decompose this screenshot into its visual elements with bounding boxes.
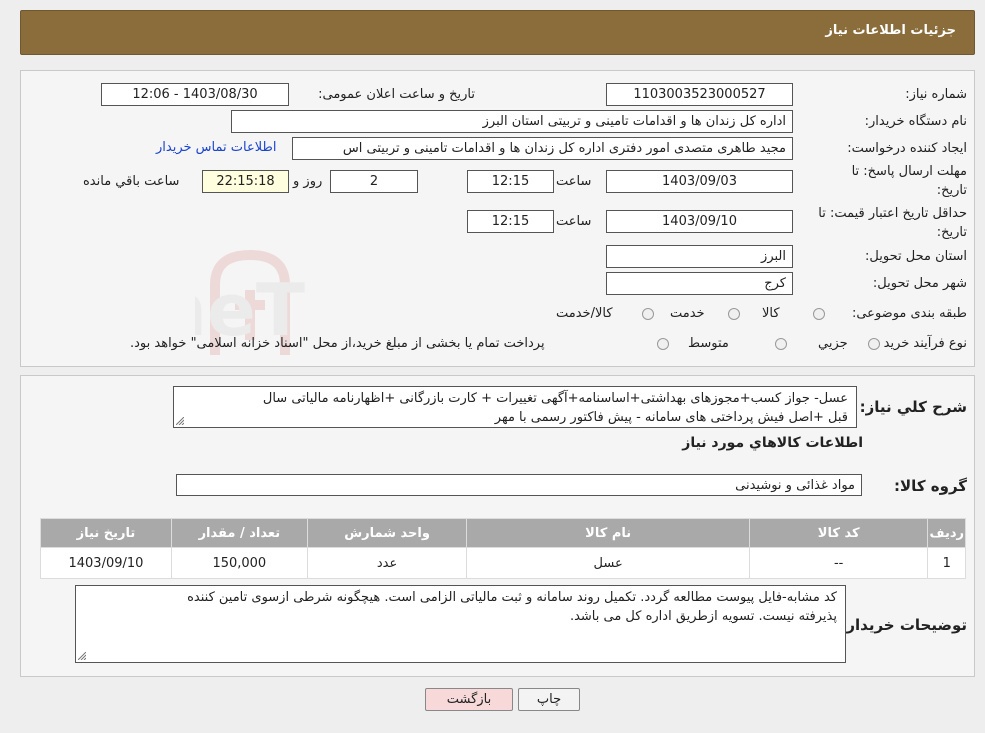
purchase-option-partial: جزيي: [818, 336, 848, 351]
table-header-row: ردیف کد کالا نام کالا واحد شمارش تعداد /…: [40, 518, 966, 548]
city-field: کرج: [606, 272, 793, 295]
category-option-goods: کالا: [762, 306, 780, 321]
goods-table: ردیف کد کالا نام کالا واحد شمارش تعداد /…: [40, 518, 966, 579]
col-unit: واحد شمارش: [306, 518, 468, 548]
need-number-label: شماره نیاز:: [905, 87, 967, 102]
category-option-service: خدمت: [670, 306, 705, 321]
purchase-option-medium: متوسط: [688, 336, 729, 351]
purchase-type-label: نوع فرآیند خرید :: [875, 336, 967, 351]
province-label: استان محل تحویل:: [865, 249, 967, 264]
reply-deadline-time-field: 12:15: [467, 170, 554, 193]
reply-deadline-date-field: 1403/09/03: [606, 170, 793, 193]
reply-deadline-label-date: تاریخ:: [936, 183, 967, 198]
reply-deadline-time-label: ساعت: [556, 174, 592, 189]
goods-group-label: گروه کالا:: [894, 477, 967, 495]
cell-item-name: عسل: [466, 547, 750, 579]
buyer-notes-line2: پذیرفته نیست. تسویه ازطریق اداره کل می ب…: [569, 609, 837, 624]
treasury-checkbox[interactable]: [657, 338, 669, 350]
price-validity-time-label: ساعت: [556, 214, 592, 229]
time-remaining-label: ساعت باقي مانده: [83, 174, 180, 189]
category-radio-goods[interactable]: [813, 308, 825, 320]
description-label: شرح کلي نياز:: [859, 398, 967, 416]
col-item-name: نام کالا: [466, 518, 750, 548]
buyer-org-field: اداره کل زندان ها و اقدامات تامینی و ترب…: [231, 110, 793, 133]
treasury-note: پرداخت تمام یا بخشی از مبلغ خرید،از محل …: [130, 336, 545, 351]
col-item-code: کد کالا: [748, 518, 929, 548]
price-validity-label: حداقل تاریخ اعتبار قیمت: تا: [818, 206, 967, 221]
col-row-number: ردیف: [927, 518, 966, 548]
cell-item-code: --: [748, 547, 929, 579]
page-header: جزئیات اطلاعات نیاز: [20, 10, 975, 55]
need-number-field: 1103003523000527: [606, 83, 793, 106]
price-validity-time-field: 12:15: [467, 210, 554, 233]
requester-field: مجید طاهری متصدی امور دفتری اداره کل زند…: [292, 137, 793, 160]
days-remaining-field: 2: [330, 170, 418, 193]
buyer-notes-line1: کد مشابه-فایل پیوست مطالعه گردد. تکمیل ر…: [187, 590, 837, 605]
resize-grip-icon[interactable]: [176, 417, 184, 425]
buyer-org-label: نام دستگاه خریدار:: [864, 114, 967, 129]
price-validity-label-date: تاریخ:: [936, 225, 967, 240]
page-title: جزئیات اطلاعات نیاز: [825, 23, 956, 38]
description-textarea[interactable]: عسل- جواز کسب+مجوزهای بهداشتی+اساسنامه+آ…: [173, 386, 857, 428]
description-line1: عسل- جواز کسب+مجوزهای بهداشتی+اساسنامه+آ…: [262, 391, 848, 406]
cell-row-number: 1: [927, 547, 966, 579]
price-validity-date-field: 1403/09/10: [606, 210, 793, 233]
buyer-notes-textarea[interactable]: کد مشابه-فایل پیوست مطالعه گردد. تکمیل ر…: [75, 585, 846, 663]
col-need-date: تاریخ نیاز: [40, 518, 172, 548]
resize-grip-icon[interactable]: [78, 652, 86, 660]
purchase-radio-medium[interactable]: [775, 338, 787, 350]
requester-label: ایجاد کننده درخواست:: [847, 141, 967, 156]
category-label: طبقه بندی موضوعی:: [851, 306, 967, 321]
category-option-goods-service: کالا/خدمت: [556, 306, 613, 321]
buyer-contact-link[interactable]: اطلاعات تماس خریدار: [156, 140, 276, 155]
buyer-notes-label: توضیحات خریدار:: [840, 616, 967, 634]
cell-need-date: 1403/09/10: [40, 547, 172, 579]
print-button[interactable]: چاپ: [518, 688, 580, 711]
time-remaining-field: 22:15:18: [202, 170, 289, 193]
announce-label: تاریخ و ساعت اعلان عمومی:: [318, 87, 475, 102]
goods-group-field: مواد غذائی و نوشیدنی: [176, 474, 862, 496]
category-radio-service[interactable]: [728, 308, 740, 320]
cell-unit: عدد: [306, 547, 468, 579]
table-row: 1 -- عسل عدد 150,000 1403/09/10: [40, 547, 966, 579]
back-button[interactable]: بازگشت: [425, 688, 513, 711]
province-field: البرز: [606, 245, 793, 268]
announce-datetime-field: 1403/08/30 - 12:06: [101, 83, 289, 106]
purchase-radio-partial[interactable]: [868, 338, 880, 350]
goods-section-title: اطلاعات کالاهاي مورد نياز: [682, 435, 863, 451]
cell-quantity: 150,000: [170, 547, 308, 579]
days-label: روز و: [293, 174, 323, 189]
category-radio-goods-service[interactable]: [642, 308, 654, 320]
reply-deadline-label: مهلت ارسال پاسخ: تا: [851, 164, 967, 179]
col-quantity: تعداد / مقدار: [170, 518, 308, 548]
description-line2: قبل +اصل فیش پرداختی های سامانه - پیش فا…: [494, 410, 848, 425]
city-label: شهر محل تحویل:: [872, 276, 967, 291]
